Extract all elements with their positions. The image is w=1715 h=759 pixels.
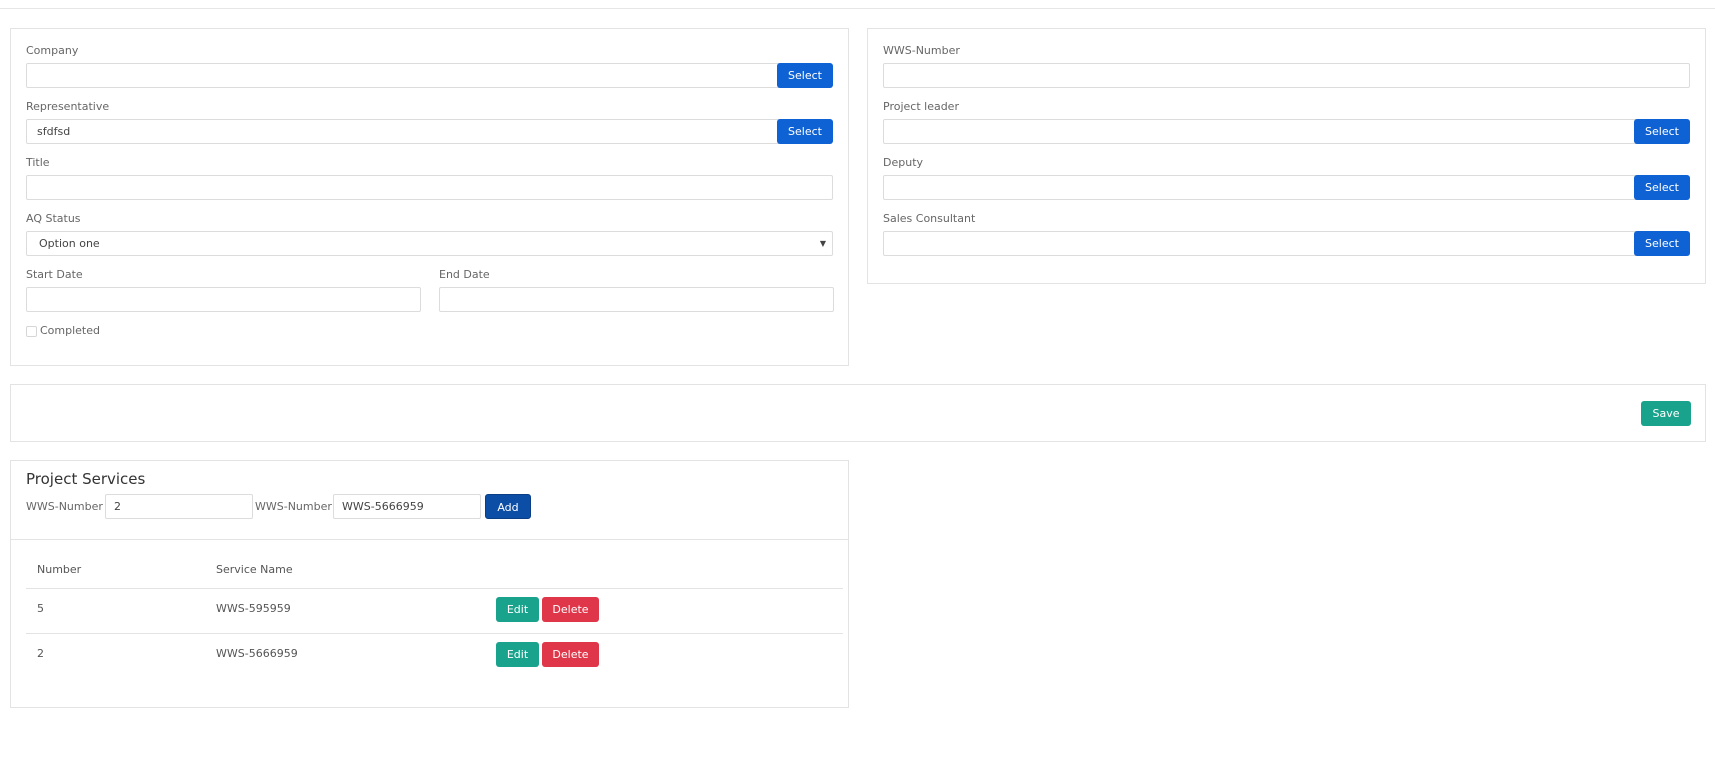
deputy-select-button[interactable]: Select [1634, 175, 1690, 200]
add-service-button[interactable]: Add [485, 494, 531, 519]
project-leader-input[interactable] [883, 119, 1643, 144]
start-date-label: Start Date [26, 268, 83, 281]
edit-button[interactable]: Edit [496, 597, 539, 622]
company-select-button[interactable]: Select [777, 63, 833, 88]
delete-button[interactable]: Delete [542, 642, 599, 667]
table-header-divider [26, 588, 843, 589]
delete-button[interactable]: Delete [542, 597, 599, 622]
project-details-panel: Company Select Representative sfdfsd Sel… [10, 28, 849, 366]
representative-label: Representative [26, 100, 110, 113]
aq-status-label: AQ Status [26, 212, 81, 225]
row-service-name: WWS-595959 [216, 602, 291, 615]
project-services-panel: Project Services WWS-Number 2 WWS-Number… [10, 460, 849, 708]
sales-consultant-input[interactable] [883, 231, 1643, 256]
wws-number-input[interactable] [883, 63, 1690, 88]
title-input[interactable] [26, 175, 833, 200]
save-bar: Save [10, 384, 1706, 442]
row-service-name: WWS-5666959 [216, 647, 298, 660]
edit-button[interactable]: Edit [496, 642, 539, 667]
project-team-panel: WWS-Number Project leader Select Deputy … [867, 28, 1706, 284]
column-header-number: Number [37, 563, 82, 576]
end-date-input[interactable] [439, 287, 834, 312]
end-date-label: End Date [439, 268, 490, 281]
services-divider [11, 539, 848, 540]
aq-status-value: Option one [39, 237, 100, 250]
service-wws-label: WWS-Number [255, 500, 332, 513]
chevron-down-icon: ▼ [819, 239, 826, 248]
sales-consultant-select-button[interactable]: Select [1634, 231, 1690, 256]
deputy-label: Deputy [883, 156, 924, 169]
start-date-input[interactable] [26, 287, 421, 312]
title-label: Title [26, 156, 50, 169]
service-number-input[interactable]: 2 [105, 494, 253, 519]
wws-number-label: WWS-Number [883, 44, 960, 57]
service-number-label: WWS-Number [26, 500, 103, 513]
row-number: 2 [37, 647, 44, 660]
project-leader-select-button[interactable]: Select [1634, 119, 1690, 144]
service-wws-input[interactable]: WWS-5666959 [333, 494, 481, 519]
completed-label: Completed [40, 324, 100, 337]
representative-select-button[interactable]: Select [777, 119, 833, 144]
project-leader-label: Project leader [883, 100, 959, 113]
representative-input[interactable]: sfdfsd [26, 119, 786, 144]
deputy-input[interactable] [883, 175, 1643, 200]
sales-consultant-label: Sales Consultant [883, 212, 976, 225]
row-number: 5 [37, 602, 44, 615]
top-divider [0, 8, 1715, 9]
column-header-service-name: Service Name [216, 563, 293, 576]
completed-checkbox[interactable] [26, 326, 37, 337]
table-row-divider [26, 633, 843, 634]
save-button[interactable]: Save [1641, 401, 1691, 426]
company-input[interactable] [26, 63, 786, 88]
project-services-title: Project Services [26, 470, 146, 488]
company-label: Company [26, 44, 79, 57]
aq-status-select[interactable]: Option one ▼ [26, 231, 833, 256]
